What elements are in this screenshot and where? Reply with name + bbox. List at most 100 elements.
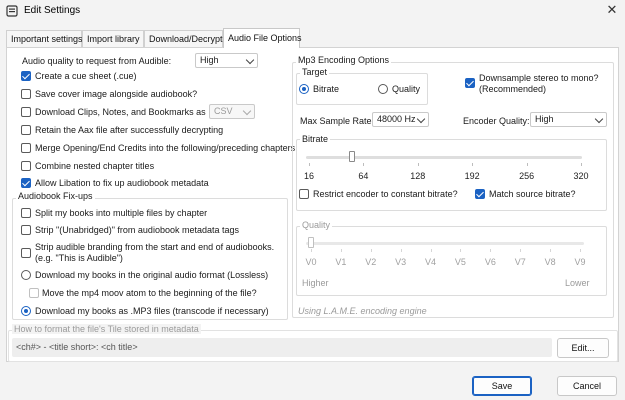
tab-important-settings[interactable]: Important settings	[6, 30, 83, 47]
fix-metadata-label: Allow Libation to fix up audiobook metad…	[35, 178, 209, 188]
retain-aax-checkbox[interactable]	[21, 125, 31, 135]
quality-tick-label: V8	[544, 257, 556, 267]
cancel-button[interactable]: Cancel	[557, 376, 617, 396]
bitrate-tick-label: 320	[573, 171, 589, 181]
tab-import-library[interactable]: Import library	[82, 30, 144, 47]
quality-tick-label: V4	[425, 257, 437, 267]
save-button[interactable]: Save	[472, 376, 532, 396]
mp3-radio[interactable]	[21, 306, 31, 316]
audio-quality-value: High	[200, 55, 219, 65]
split-chapters-checkbox[interactable]	[21, 208, 31, 218]
edit-template-button[interactable]: Edit...	[557, 338, 609, 358]
bitrate-tick-mark	[363, 163, 365, 166]
split-chapters-label: Split my books into multiple files by ch…	[35, 208, 208, 218]
quality-tick-label: V5	[454, 257, 466, 267]
tab-download-decrypt[interactable]: Download/Decrypt	[144, 30, 223, 47]
bitrate-title: Bitrate	[300, 134, 331, 144]
match-source-label: Match source bitrate?	[489, 189, 576, 199]
quality-tick-label: V3	[395, 257, 407, 267]
original-format-radio[interactable]	[21, 270, 31, 280]
tab-audio-file-options[interactable]: Audio File Options	[223, 28, 302, 48]
quality-higher-label: Higher	[302, 278, 329, 288]
audio-quality-select[interactable]: High	[195, 53, 258, 68]
mp3-options-title: Mp3 Encoding Options	[296, 55, 392, 65]
window-title: Edit Settings	[24, 5, 81, 16]
quality-tick-label: V7	[514, 257, 526, 267]
target-bitrate-radio[interactable]	[299, 84, 309, 94]
moov-atom-label: Move the mp4 moov atom to the beginning …	[42, 288, 257, 298]
chevron-down-icon	[594, 114, 604, 124]
bitrate-tick-label: 256	[519, 171, 535, 181]
combine-chapters-checkbox[interactable]	[21, 161, 31, 171]
quality-tick-mark	[340, 249, 342, 252]
chevron-down-icon	[416, 114, 426, 124]
strip-branding-label-line2: (e.g. "This is Audible")	[35, 253, 123, 263]
quality-tick-mark	[490, 249, 492, 252]
chevron-down-icon	[245, 55, 255, 65]
bitrate-slider-track[interactable]	[306, 156, 582, 159]
merge-credits-label: Merge Opening/End Credits into the follo…	[35, 143, 296, 153]
file-title-label: How to format the file's Tile stored in …	[12, 324, 201, 334]
encoder-quality-value: High	[535, 114, 554, 124]
strip-unabridged-label: Strip "(Unabridged)" from audiobook meta…	[35, 225, 239, 235]
engine-note: Using L.A.M.E. encoding engine	[298, 306, 427, 316]
encoder-quality-select[interactable]: High	[530, 112, 607, 127]
quality-tick-mark	[520, 249, 522, 252]
combine-chapters-label: Combine nested chapter titles	[35, 161, 155, 171]
bitrate-tick-mark	[472, 163, 474, 166]
file-title-template-field[interactable]: <ch#> - <title short>: <ch title>	[12, 338, 552, 357]
audio-quality-label: Audio quality to request from Audible:	[22, 56, 172, 66]
downsample-label-line1: Downsample stereo to mono?	[479, 73, 599, 83]
target-bitrate-label: Bitrate	[313, 84, 340, 94]
downsample-checkbox[interactable]	[465, 78, 475, 88]
original-format-label: Download my books in the original audio …	[35, 270, 269, 280]
cue-sheet-label: Create a cue sheet (.cue)	[35, 71, 137, 81]
max-sample-rate-label: Max Sample Rate:	[300, 116, 375, 126]
quality-tick-mark	[580, 249, 581, 252]
quality-tick-mark	[370, 249, 372, 252]
mp3-label: Download my books as .MP3 files (transco…	[35, 306, 269, 316]
chevron-down-icon	[242, 106, 252, 116]
target-quality-radio[interactable]	[378, 84, 388, 94]
encoder-quality-label: Encoder Quality:	[463, 116, 530, 126]
bitrate-tick-mark	[581, 163, 582, 166]
bitrate-tick-label: 16	[303, 171, 315, 181]
clips-format-select[interactable]: CSV	[209, 104, 255, 119]
bitrate-tick-mark	[417, 163, 419, 166]
target-quality-label: Quality	[392, 84, 421, 94]
clips-format-value: CSV	[214, 106, 233, 116]
save-cover-checkbox[interactable]	[21, 89, 31, 99]
strip-branding-label-line1: Strip audible branding from the start an…	[35, 242, 275, 252]
retain-aax-label: Retain the Aax file after successfully d…	[35, 125, 224, 135]
quality-tick-mark	[311, 249, 312, 252]
bitrate-tick-mark	[309, 163, 310, 166]
close-icon[interactable]: ✕	[604, 2, 620, 18]
quality-tick-label: V1	[335, 257, 347, 267]
bitrate-tick-label: 128	[410, 171, 426, 181]
merge-credits-checkbox[interactable]	[21, 143, 31, 153]
bitrate-group	[296, 139, 607, 211]
strip-unabridged-checkbox[interactable]	[21, 225, 31, 235]
match-source-checkbox[interactable]	[475, 189, 485, 199]
fixups-title: Audiobook Fix-ups	[16, 191, 95, 201]
fix-metadata-checkbox[interactable]	[21, 178, 31, 188]
max-sample-rate-value: 48000 Hz	[377, 114, 416, 124]
quality-tick-label: V0	[305, 257, 317, 267]
strip-branding-checkbox[interactable]	[21, 248, 31, 258]
download-clips-checkbox[interactable]	[21, 107, 31, 117]
cue-sheet-checkbox[interactable]	[21, 71, 31, 81]
quality-slider-track[interactable]	[306, 242, 584, 245]
restrict-cbr-checkbox[interactable]	[299, 189, 309, 199]
moov-atom-checkbox[interactable]	[29, 288, 39, 298]
quality-tick-label: V2	[365, 257, 377, 267]
save-cover-label: Save cover image alongside audiobook?	[35, 89, 198, 99]
max-sample-rate-select[interactable]: 48000 Hz	[372, 112, 429, 127]
download-clips-label: Download Clips, Notes, and Bookmarks as	[35, 107, 206, 117]
downsample-label-line2: (Recommended)	[479, 84, 547, 94]
quality-slider-thumb[interactable]	[308, 237, 314, 248]
target-title: Target	[300, 67, 330, 77]
app-icon	[6, 5, 18, 17]
bitrate-tick-label: 64	[358, 171, 369, 181]
bitrate-slider-thumb[interactable]	[348, 151, 355, 162]
quality-tick-label: V9	[574, 257, 586, 267]
